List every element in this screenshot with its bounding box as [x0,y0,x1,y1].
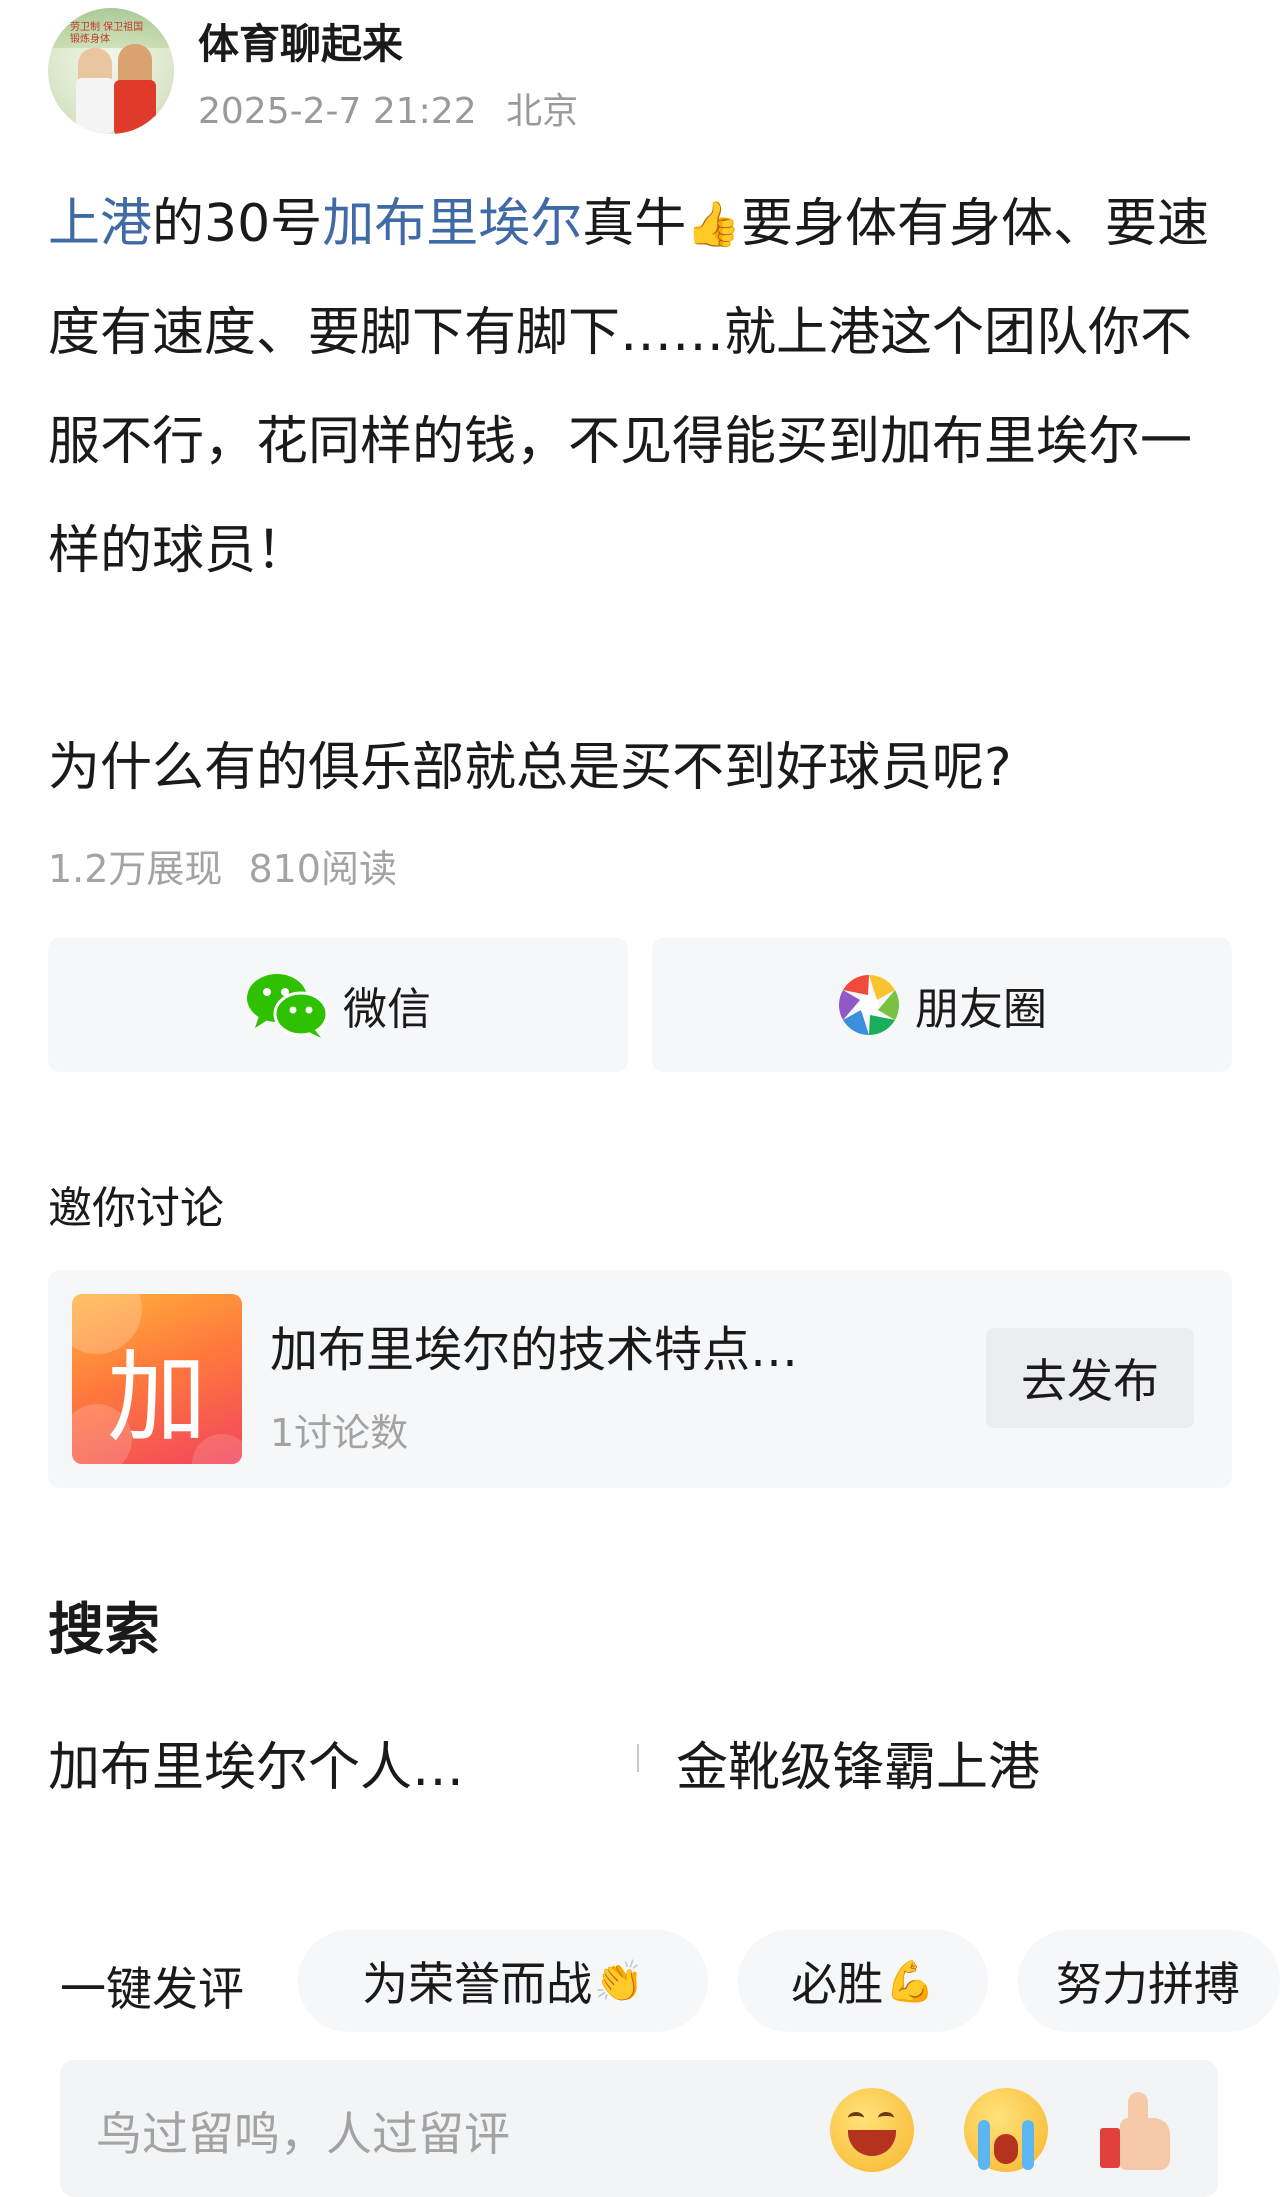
muscle-icon: 💪 [885,1958,935,2005]
comment-bar[interactable]: 鸟过留鸣，人过留评 [60,2060,1218,2197]
crying-emoji-icon[interactable] [964,2088,1048,2172]
post-question: 为什么有的俱乐部就总是买不到好球员呢? [48,738,1012,798]
topic-title[interactable]: 加布里埃尔的技术特点… [270,1310,798,1380]
post-stats: 1.2万展现 810阅读 [48,838,397,893]
search-suggestion-2[interactable]: 金靴级锋霸上港 [676,1725,1040,1800]
wechat-icon [247,974,329,1038]
share-wechat-label: 微信 [343,984,431,1035]
share-moments-label: 朋友圈 [915,984,1047,1035]
author-name[interactable]: 体育聊起来 [198,10,403,70]
post-datetime: 2025-2-7 21:22 [198,91,477,132]
post-location: 北京 [506,91,579,132]
post-text-1: 的30号 [152,194,323,254]
impressions-count: 1.2万展现 [48,847,223,891]
search-section-title: 搜索 [48,1598,160,1663]
thumbs-up-icon[interactable] [1098,2088,1182,2172]
topic-link-shanggang[interactable]: 上港 [48,194,152,254]
quick-comment-label: 一键发评 [60,1962,244,2016]
quick-comment-chip-3[interactable]: 努力拼搏 [1018,1930,1280,2032]
reads-count: 810阅读 [248,847,397,891]
topic-link-gabriel[interactable]: 加布里埃尔 [322,194,582,254]
topic-discussion-count: 1讨论数 [270,1411,409,1455]
share-moments-button[interactable]: 朋友圈 [652,938,1232,1072]
discuss-section-title: 邀你讨论 [48,1183,224,1234]
avatar-figure-right-body [114,80,156,134]
laughing-emoji-icon[interactable] [830,2088,914,2172]
share-wechat-button[interactable]: 微信 [48,938,628,1072]
quick-comment-chip-2[interactable]: 必胜 💪 [738,1930,988,2032]
post-meta: 2025-2-7 21:22 北京 [198,82,578,134]
chip-1-text: 为荣誉而战 [362,1957,593,2011]
thumbs-up-emoji: 👍 [686,199,742,250]
topic-thumbnail: 加 [72,1294,242,1464]
discussion-topic-card[interactable]: 加 加布里埃尔的技术特点… 1讨论数 去发布 [48,1270,1232,1488]
search-suggestion-1[interactable]: 加布里埃尔个人… [48,1725,464,1800]
avatar-caption: 劳卫制 保卫祖国 锻炼身体 [70,22,144,45]
comment-input[interactable]: 鸟过留鸣，人过留评 [96,2098,510,2164]
post-body: 上港的30号加布里埃尔真牛👍要身体有身体、要速度有速度、要脚下有脚下……就上港这… [48,170,1238,606]
chip-2-text: 必胜 [791,1957,884,2011]
chip-3-text: 努力拼搏 [1056,1957,1240,2011]
moments-icon [838,975,900,1035]
topic-thumb-char: 加 [107,1339,207,1456]
publish-button[interactable]: 去发布 [986,1328,1194,1428]
avatar-figure-left-body [76,78,114,134]
clapping-icon: 👏 [594,1958,644,2005]
user-avatar[interactable]: 劳卫制 保卫祖国 锻炼身体 [48,8,174,134]
search-divider [637,1744,639,1772]
post-text-2: 真牛 [582,194,687,254]
quick-comment-chip-1[interactable]: 为荣誉而战 👏 [298,1930,708,2032]
